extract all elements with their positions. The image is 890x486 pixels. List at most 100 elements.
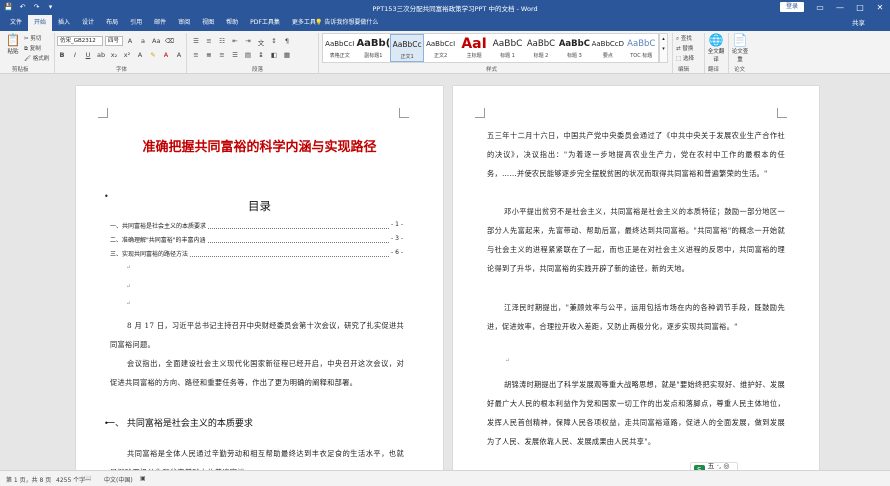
shrink-font-icon[interactable]: a [139, 37, 147, 45]
increase-indent-icon[interactable]: ⇥ [244, 37, 252, 47]
redo-icon[interactable]: ↷ [32, 2, 41, 12]
change-case-icon[interactable]: Aa [152, 37, 160, 45]
paste-button[interactable]: 📋 粘贴 [4, 33, 22, 55]
numbering-icon[interactable]: ≡ [205, 37, 213, 47]
body-paragraph[interactable]: 胡锦涛时期提出了科学发展观等重大战略思想，就是"要始终把实现好、维护好、发展好最… [487, 375, 785, 451]
cut-button[interactable]: ✂ 剪切 [24, 34, 49, 44]
word-count[interactable]: 4255 个字 [56, 475, 85, 484]
maximize-button[interactable]: □ [850, 1, 870, 14]
multilevel-list-icon[interactable]: ☷ [218, 37, 226, 47]
show-marks-icon[interactable]: ¶ [283, 37, 291, 47]
toc-entry[interactable]: 二、准确理解"共同富裕"的丰富内涵 - 3 - [110, 235, 403, 246]
chinese-layout-icon[interactable]: 文 [257, 37, 265, 47]
proofing-icon[interactable]: 📖 [84, 475, 91, 482]
login-button[interactable]: 登录 [780, 2, 804, 12]
track-icon[interactable]: ▣ [140, 475, 146, 482]
toc-entry[interactable]: 三、实现共同富裕的路径方法 - 6 - [110, 249, 403, 260]
style-heading-1[interactable]: AaBbC 标题 1 [491, 34, 524, 62]
format-painter-button[interactable]: 🖌 格式刷 [24, 54, 49, 64]
input-method-widget[interactable]: S 五 ·, ◎ ▦ [690, 462, 738, 470]
document-workspace[interactable]: 准确把握共同富裕的科学内涵与实现路径 目录 • 一、共同富裕是社会主义的本质要求… [0, 74, 890, 470]
section-heading[interactable]: 一、 共同富裕是社会主义的本质要求 [106, 416, 253, 429]
ribbon-tab-bar: 文件 开始 插入 设计 布局 引用 邮件 审阅 视图 帮助 PDF工具集 更多工… [0, 15, 890, 31]
bullets-icon[interactable]: ☰ [192, 37, 200, 47]
strikethrough-icon[interactable]: ab [97, 51, 105, 59]
close-button[interactable]: ✕ [870, 1, 890, 14]
style-main-title[interactable]: AaI 主标题 [457, 34, 490, 62]
superscript-icon[interactable]: x² [123, 51, 131, 59]
language-indicator[interactable]: 中文(中国) [104, 475, 133, 484]
decrease-indent-icon[interactable]: ⇤ [231, 37, 239, 47]
distributed-icon[interactable]: ▤ [244, 51, 252, 59]
align-left-icon[interactable]: ≡ [192, 51, 200, 59]
select-button[interactable]: ⬚ 选择 [676, 54, 694, 64]
italic-icon[interactable]: I [71, 51, 79, 59]
document-page-1[interactable]: 准确把握共同富裕的科学内涵与实现路径 目录 • 一、共同富裕是社会主义的本质要求… [76, 86, 443, 470]
highlight-icon[interactable]: ✎ [149, 51, 157, 59]
sort-icon[interactable]: ↕ [270, 37, 278, 47]
font-name-select[interactable]: 仿宋_GB2312 [57, 36, 103, 46]
body-paragraph[interactable]: 邓小平提出贫穷不是社会主义，共同富裕是社会主义的本质特征；鼓励一部分地区一部分人… [487, 202, 785, 278]
clipboard-group-label: 剪贴板 [12, 67, 29, 73]
grow-font-icon[interactable]: A [126, 37, 134, 45]
font-color-icon[interactable]: A [162, 51, 170, 59]
style-heading-3[interactable]: AaBbC 标题 3 [558, 34, 591, 62]
toc-entry[interactable]: 一、共同富裕是社会主义的本质要求 - 1 - [110, 221, 403, 232]
body-paragraph[interactable]: 会议指出，全面建设社会主义现代化国家新征程已经开启，中央召开这次会议，对促进共同… [110, 354, 404, 392]
copy-button[interactable]: ⧉ 复制 [24, 44, 49, 54]
tell-me-search[interactable]: 💡 告诉我你想要做什么 [315, 15, 378, 31]
paragraph-mark: ↵ [126, 300, 132, 307]
styles-scroll[interactable]: ▴ ▾ [659, 33, 668, 63]
page-count[interactable]: 第 1 页，共 8 页 [6, 475, 51, 484]
toc-leader [190, 249, 390, 257]
tab-insert[interactable]: 插入 [52, 15, 76, 31]
customize-qat-icon[interactable]: ▾ [46, 2, 55, 12]
font-size-select[interactable]: 四号 [105, 36, 123, 46]
tab-design[interactable]: 设计 [76, 15, 100, 31]
minimize-button[interactable]: — [830, 1, 850, 14]
shading-icon[interactable]: ◧ [270, 51, 278, 59]
tab-layout[interactable]: 布局 [100, 15, 124, 31]
clear-format-icon[interactable]: ⌫ [165, 37, 174, 45]
borders-icon[interactable]: ▦ [283, 51, 291, 59]
body-paragraph[interactable]: 江泽民时期提出，"兼顾效率与公平，运用包括市场在内的各种调节手段，既鼓励先进，促… [487, 298, 785, 336]
tab-references[interactable]: 引用 [124, 15, 148, 31]
text-effects-icon[interactable]: A [136, 51, 144, 59]
share-button[interactable]: 共享 [852, 15, 865, 31]
style-table-body[interactable]: AaBbCcI 表格正文 [323, 34, 356, 62]
tab-home[interactable]: 开始 [28, 15, 53, 31]
style-toc-heading[interactable]: AaBbC TOC 标题 [625, 34, 658, 62]
justify-icon[interactable]: ☰ [231, 51, 239, 59]
find-button[interactable]: ⌕ 查找 [676, 34, 694, 44]
document-page-2[interactable]: 五三年十二月十六日，中国共产党中央委员会通过了《中共中央关于发展农业生产合作社的… [453, 86, 819, 470]
tab-view[interactable]: 视图 [196, 15, 220, 31]
undo-icon[interactable]: ↶ [18, 2, 27, 12]
tab-mailings[interactable]: 邮件 [148, 15, 172, 31]
group-divider [728, 33, 729, 73]
replace-button[interactable]: ⇄ 替换 [676, 44, 694, 54]
subscript-icon[interactable]: x₂ [110, 51, 118, 59]
ribbon-display-icon[interactable]: ▭ [810, 1, 830, 14]
body-paragraph[interactable]: 五三年十二月十六日，中国共产党中央委员会通过了《中共中央关于发展农业生产合作社的… [487, 126, 785, 183]
style-body-1[interactable]: AaBbCc 正文1 [390, 34, 424, 62]
tab-review[interactable]: 审阅 [172, 15, 196, 31]
underline-icon[interactable]: U [84, 51, 92, 59]
tab-help[interactable]: 帮助 [220, 15, 244, 31]
tab-pdf-tools[interactable]: PDF工具集 [244, 15, 286, 31]
style-key-point[interactable]: AaBbCcD 要点 [591, 34, 624, 62]
group-divider [704, 33, 705, 73]
paper-check-button[interactable]: 📄 论文查重 [730, 33, 750, 63]
body-paragraph[interactable]: 8 月 17 日，习近平总书记主持召开中央财经委员会第十次会议，研究了扎实促进共… [110, 316, 404, 354]
save-icon[interactable]: 💾 [4, 2, 13, 12]
body-paragraph[interactable]: 共同富裕是全体人民通过辛勤劳动和相互帮助最终达到丰衣足食的生活水平，也就是消除两… [110, 444, 404, 470]
style-subtitle-1[interactable]: AaBb( 副标题1 [356, 34, 390, 62]
align-center-icon[interactable]: ≣ [205, 51, 213, 59]
style-heading-2[interactable]: AaBbC 标题 2 [524, 34, 557, 62]
char-shading-icon[interactable]: A [175, 51, 183, 59]
fulltext-translate-button[interactable]: 🌐 全文翻译 [706, 33, 726, 63]
bold-icon[interactable]: B [58, 51, 66, 59]
tab-file[interactable]: 文件 [4, 15, 28, 31]
style-body-2[interactable]: AaBbCcI 正文2 [424, 34, 457, 62]
align-right-icon[interactable]: ≡ [218, 51, 226, 59]
line-spacing-icon[interactable]: ↨ [257, 51, 265, 59]
